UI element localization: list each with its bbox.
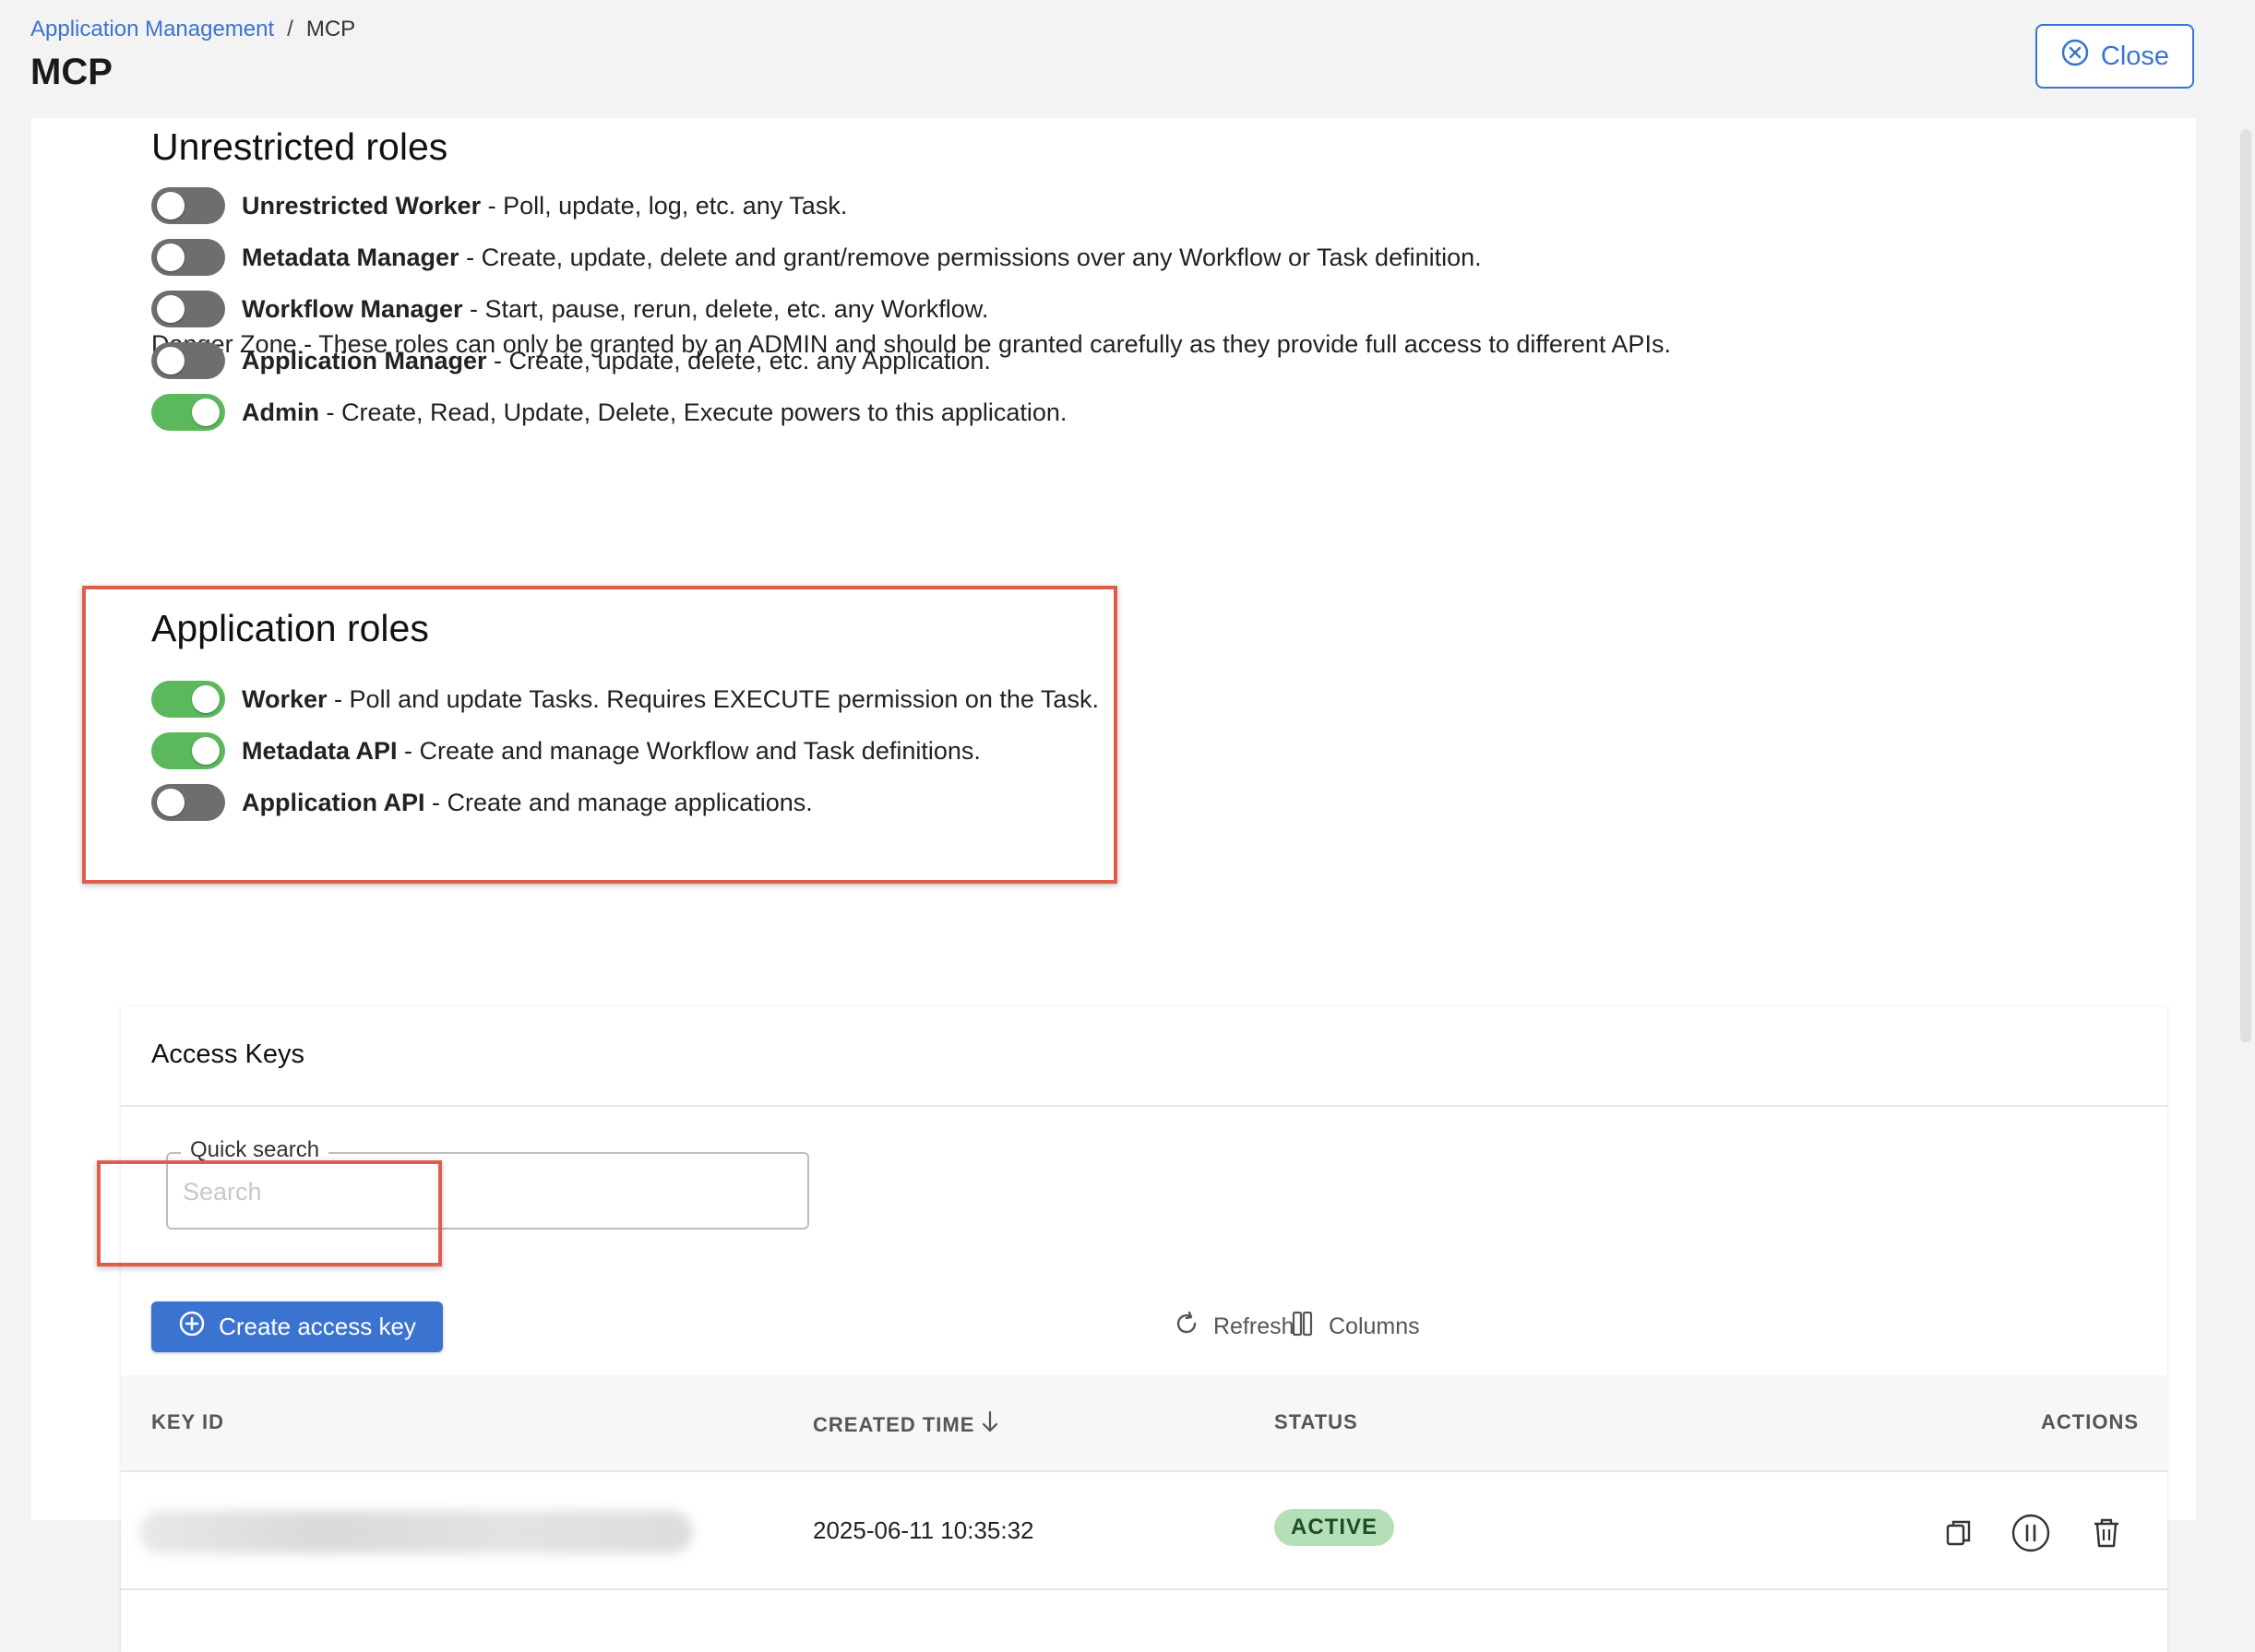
application-roles-title: Application roles	[151, 607, 429, 649]
key-id-redacted	[139, 1511, 693, 1553]
unrestricted-roles-title: Unrestricted roles	[151, 125, 448, 168]
toggle-metadata-manager[interactable]	[151, 239, 225, 276]
role-name: Worker	[242, 684, 328, 713]
role-text: Unrestricted Worker - Poll, update, log,…	[242, 192, 847, 220]
refresh-icon	[1173, 1310, 1200, 1344]
toggle-knob	[157, 295, 185, 323]
role-text: Application Manager - Create, update, de…	[242, 347, 991, 375]
access-keys-panel: Access Keys Quick search Create access k…	[121, 1006, 2167, 1652]
toggle-admin[interactable]	[151, 394, 225, 431]
role-row-workflow-manager: Workflow Manager - Start, pause, rerun, …	[151, 291, 988, 327]
toggle-knob	[192, 737, 220, 765]
role-description: - Poll and update Tasks. Requires EXECUT…	[327, 684, 1099, 713]
copy-icon[interactable]	[1939, 1513, 1979, 1553]
created-time-cell: 2025-06-11 10:35:32	[813, 1516, 1034, 1544]
trash-icon[interactable]	[2086, 1513, 2127, 1553]
role-description: - Create and manage applications.	[424, 788, 813, 816]
plus-circle-icon	[178, 1310, 206, 1344]
main-card: Unrestricted roles Danger Zone - These r…	[31, 118, 2196, 1652]
refresh-label: Refresh	[1213, 1313, 1295, 1339]
toggle-knob	[157, 789, 185, 816]
breadcrumb-current: MCP	[305, 17, 356, 42]
toggle-knob	[192, 398, 220, 426]
search-input[interactable]	[181, 1172, 775, 1211]
columns-icon	[1290, 1310, 1316, 1344]
role-name: Application Manager	[242, 346, 487, 374]
role-name: Admin	[242, 398, 319, 426]
role-row-application-manager: Application Manager - Create, update, de…	[151, 342, 991, 379]
refresh-button[interactable]: Refresh	[1173, 1310, 1295, 1344]
role-text: Admin - Create, Read, Update, Delete, Ex…	[242, 398, 1067, 427]
close-button[interactable]: Close	[2035, 24, 2194, 89]
role-name: Workflow Manager	[242, 294, 463, 323]
create-access-key-button[interactable]: Create access key	[151, 1301, 443, 1352]
toggle-application-api[interactable]	[151, 784, 225, 821]
divider	[121, 1105, 2167, 1107]
table-row: 2025-06-11 10:35:32 ACTIVE	[121, 1472, 2167, 1590]
quick-search-label: Quick search	[181, 1137, 329, 1163]
role-row-admin: Admin - Create, Read, Update, Delete, Ex…	[151, 394, 1067, 431]
created-time-label: CREATED TIME	[813, 1413, 975, 1436]
role-text: Application API - Create and manage appl…	[242, 789, 813, 817]
arrow-down-icon	[980, 1410, 1000, 1440]
toggle-knob	[157, 192, 185, 220]
pause-circle-icon[interactable]	[2010, 1513, 2051, 1553]
role-description: - Create, update, delete and grant/remov…	[459, 243, 1482, 271]
toggle-knob	[157, 244, 185, 271]
create-access-key-label: Create access key	[219, 1313, 416, 1340]
toggle-knob	[157, 347, 185, 374]
close-button-label: Close	[2100, 41, 2170, 71]
columns-label: Columns	[1329, 1313, 1420, 1339]
page-title: MCP	[30, 52, 113, 92]
columns-button[interactable]: Columns	[1290, 1310, 1420, 1344]
column-header-actions: ACTIONS	[2041, 1410, 2139, 1433]
role-text: Workflow Manager - Start, pause, rerun, …	[242, 295, 988, 324]
role-name: Metadata Manager	[242, 243, 459, 271]
role-row-metadata-api: Metadata API - Create and manage Workflo…	[151, 732, 981, 769]
role-description: - Create and manage Workflow and Task de…	[397, 736, 981, 765]
breadcrumb-separator: /	[287, 17, 293, 42]
toggle-workflow-manager[interactable]	[151, 291, 225, 327]
column-header-created-time[interactable]: CREATED TIME	[813, 1410, 1000, 1440]
role-row-metadata-manager: Metadata Manager - Create, update, delet…	[151, 239, 1482, 276]
role-row-unrestricted-worker: Unrestricted Worker - Poll, update, log,…	[151, 187, 847, 224]
role-name: Unrestricted Worker	[242, 191, 482, 220]
role-name: Metadata API	[242, 736, 398, 765]
role-row-application-api: Application API - Create and manage appl…	[151, 784, 813, 821]
access-keys-title: Access Keys	[151, 1040, 304, 1069]
role-text: Metadata API - Create and manage Workflo…	[242, 737, 981, 766]
close-circle-icon	[2060, 38, 2090, 75]
role-description: - Poll, update, log, etc. any Task.	[481, 191, 848, 220]
breadcrumb: Application Management / MCP	[30, 17, 355, 42]
page-scrollbar[interactable]	[2240, 129, 2251, 1042]
role-row-worker: Worker - Poll and update Tasks. Requires…	[151, 681, 1099, 718]
column-header-key-id[interactable]: KEY ID	[151, 1410, 224, 1434]
status-badge: ACTIVE	[1274, 1509, 1395, 1546]
toggle-knob	[192, 685, 220, 713]
toggle-worker[interactable]	[151, 681, 225, 718]
role-description: - Create, update, delete, etc. any Appli…	[486, 346, 991, 374]
role-description: - Start, pause, rerun, delete, etc. any …	[462, 294, 989, 323]
quick-search-field: Quick search	[166, 1137, 809, 1230]
breadcrumb-link-application-management[interactable]: Application Management	[30, 17, 274, 42]
role-text: Worker - Poll and update Tasks. Requires…	[242, 685, 1099, 714]
toggle-unrestricted-worker[interactable]	[151, 187, 225, 224]
table-header: KEY ID CREATED TIME STATUS ACTIONS	[121, 1375, 2167, 1472]
role-name: Application API	[242, 788, 425, 816]
column-header-status[interactable]: STATUS	[1274, 1410, 1358, 1434]
toggle-metadata-api[interactable]	[151, 732, 225, 769]
toggle-application-manager[interactable]	[151, 342, 225, 379]
role-text: Metadata Manager - Create, update, delet…	[242, 244, 1482, 272]
role-description: - Create, Read, Update, Delete, Execute …	[319, 398, 1068, 426]
